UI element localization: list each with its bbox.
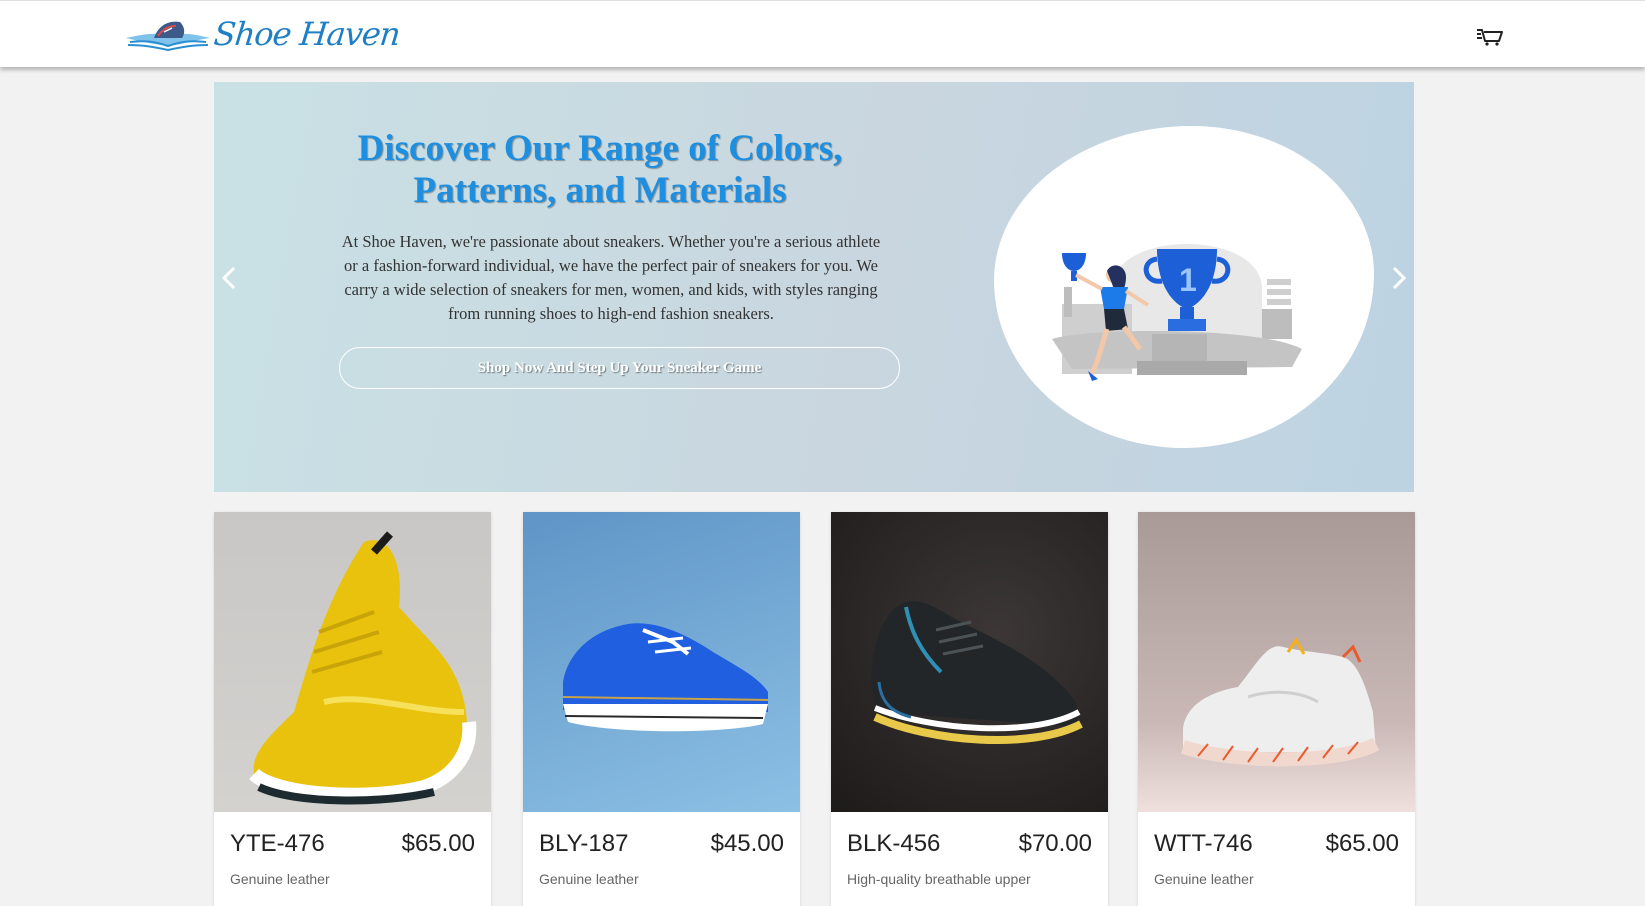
black-running-sneaker-image <box>871 601 1083 744</box>
product-price: $65.00 <box>401 830 475 857</box>
product-price: $45.00 <box>710 830 784 857</box>
product-name: WTT-746 <box>1154 830 1253 857</box>
chevron-right-icon[interactable] <box>1386 258 1412 298</box>
hero-description: At Shoe Haven, we're passionate about sn… <box>341 232 881 323</box>
product-name: BLY-187 <box>539 830 629 857</box>
shop-now-button[interactable]: Shop Now And Step Up Your Sneaker Game <box>339 347 900 389</box>
product-description: Genuine leather <box>230 871 330 887</box>
hero-carousel: Discover Our Range of Colors, Patterns, … <box>214 82 1414 492</box>
product-card[interactable]: BLK-456 $70.00 High-quality breathable u… <box>831 512 1108 906</box>
chevron-left-icon[interactable] <box>216 258 242 298</box>
product-card[interactable]: YTE-476 $65.00 Genuine leather <box>214 512 491 906</box>
product-description: Genuine leather <box>539 871 639 887</box>
logo[interactable]: Shoe Haven <box>124 9 402 59</box>
hero-title: Discover Our Range of Colors, Patterns, … <box>357 128 843 211</box>
product-image <box>214 512 491 812</box>
top-navbar: Shoe Haven <box>0 0 1645 67</box>
product-image <box>831 512 1108 812</box>
trophy-winner-illustration: 1 <box>1052 244 1302 381</box>
cart-icon[interactable] <box>1475 23 1505 47</box>
product-name: BLK-456 <box>847 830 941 857</box>
product-card[interactable]: BLY-187 $45.00 Genuine leather <box>523 512 800 906</box>
yellow-sneaker-image <box>249 531 477 805</box>
blue-canvas-sneaker-image <box>562 623 769 732</box>
product-price: $65.00 <box>1325 830 1399 857</box>
product-name: YTE-476 <box>230 830 325 857</box>
winged-shoe-logo-icon <box>126 21 210 52</box>
product-card[interactable]: WTT-746 $65.00 Genuine leather <box>1138 512 1415 906</box>
white-sneaker-image <box>1180 637 1380 767</box>
product-image <box>523 512 800 812</box>
product-description: Genuine leather <box>1154 871 1254 887</box>
product-description: High-quality breathable upper <box>847 871 1031 887</box>
logo-text: Shoe Haven <box>212 15 402 53</box>
product-price: $70.00 <box>1018 830 1092 857</box>
svg-text:1: 1 <box>1179 262 1197 298</box>
product-image <box>1138 512 1415 812</box>
